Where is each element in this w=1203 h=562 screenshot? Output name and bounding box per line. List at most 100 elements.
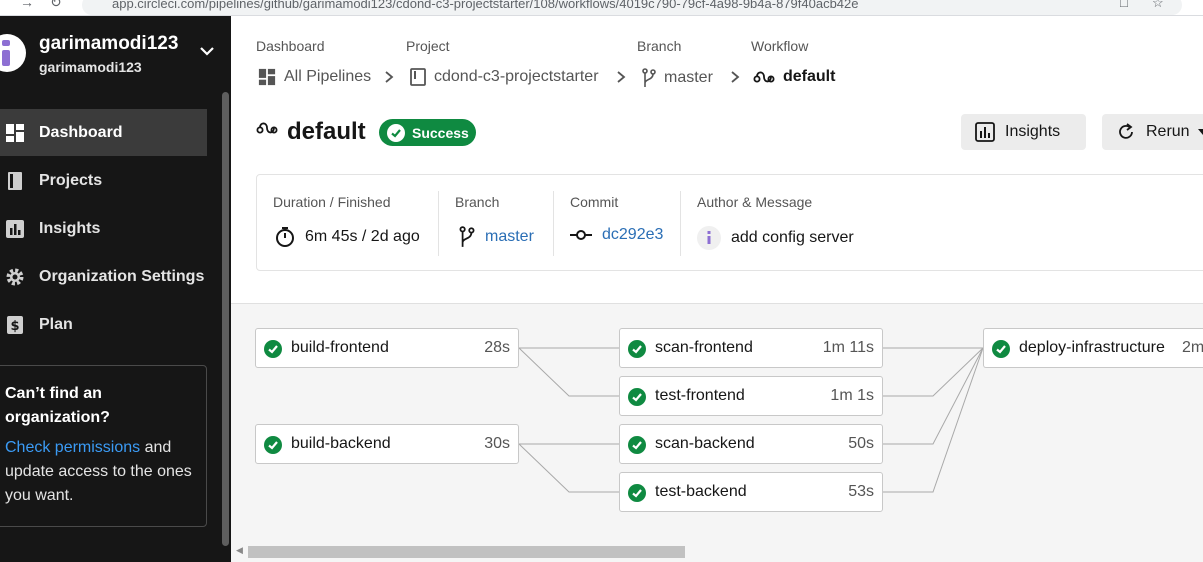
- caret-down-icon[interactable]: [1197, 128, 1203, 136]
- job-duration: 30s: [484, 435, 510, 452]
- graph-horizontal-scrollbar[interactable]: ◀: [231, 541, 1203, 562]
- success-check-icon: [992, 340, 1010, 358]
- rerun-icon: [1119, 123, 1133, 139]
- job-test-frontend[interactable]: test-frontend 1m 1s: [619, 376, 883, 416]
- sidebar-item-label: Projects: [39, 171, 103, 189]
- sidebar-item-insights[interactable]: Insights: [0, 205, 207, 252]
- job-test-backend[interactable]: test-backend 53s: [619, 472, 883, 512]
- sidebar-item-projects[interactable]: Projects: [0, 157, 207, 204]
- back-arrow-icon[interactable]: →: [20, 0, 34, 10]
- job-name: build-backend: [291, 435, 391, 452]
- workflow-graph: build-frontend 28s build-backend 30s sca…: [231, 303, 1203, 562]
- job-deploy-infrastructure[interactable]: deploy-infrastructure 2m: [983, 328, 1203, 368]
- job-duration: 53s: [848, 483, 874, 500]
- dashboard-icon: [6, 123, 24, 142]
- sidebar: garimamodi123 garimamodi123 Dashboard Pr…: [0, 16, 231, 562]
- crumb-all-pipelines[interactable]: All Pipelines: [258, 68, 371, 86]
- commit-value: dc292e3: [602, 226, 664, 243]
- job-name: test-frontend: [655, 387, 745, 404]
- sidebar-item-label: Plan: [39, 315, 73, 333]
- author-label: Author & Message: [697, 194, 813, 210]
- author-column: Author & Message add config server: [681, 175, 981, 272]
- insights-icon: [975, 122, 995, 142]
- crumb-workflow[interactable]: default: [753, 68, 835, 86]
- rerun-button-label: Rerun: [1146, 123, 1190, 140]
- crumb-heading-dashboard: Dashboard: [256, 38, 325, 54]
- main-content: Dashboard Project Branch Workflow All Pi…: [231, 16, 1203, 562]
- success-check-icon: [628, 388, 646, 406]
- gear-icon: [6, 268, 24, 285]
- commit-label: Commit: [570, 194, 619, 210]
- sidebar-item-dashboard[interactable]: Dashboard: [0, 109, 207, 156]
- scrollbar-thumb[interactable]: [248, 546, 685, 558]
- job-duration: 2m: [1182, 339, 1203, 356]
- job-name: scan-backend: [655, 435, 755, 452]
- chevron-right-icon: [731, 71, 740, 83]
- workflow-info-panel: Duration / Finished 6m 45s / 2d ago Bran…: [256, 174, 1203, 271]
- success-check-icon: [628, 340, 646, 358]
- job-name: deploy-infrastructure: [1019, 339, 1165, 356]
- job-build-frontend[interactable]: build-frontend 28s: [255, 328, 519, 368]
- commit-link[interactable]: dc292e3: [570, 226, 663, 244]
- chevron-right-icon: [617, 71, 626, 83]
- duration-value: 6m 45s / 2d ago: [305, 228, 420, 245]
- chevron-right-icon: [385, 71, 394, 83]
- workflow-icon: [256, 122, 278, 134]
- page-title: default: [287, 118, 366, 145]
- job-scan-backend[interactable]: scan-backend 50s: [619, 424, 883, 464]
- commit-column: Commit dc292e3: [554, 175, 681, 272]
- org-help-box: Can’t find an organization? Check permis…: [0, 365, 207, 527]
- job-duration: 1m 1s: [830, 387, 874, 404]
- bookmark-icon[interactable]: □: [1120, 0, 1128, 10]
- sidebar-scrollbar[interactable]: [222, 92, 229, 546]
- success-check-icon: [628, 436, 646, 454]
- browser-toolbar: → ↻ app.circleci.com/pipelines/github/ga…: [0, 0, 1203, 16]
- help-body: Check permissions and update access to t…: [5, 436, 196, 508]
- sidebar-item-organization-settings[interactable]: Organization Settings: [0, 253, 207, 300]
- sidebar-item-plan[interactable]: $ Plan: [0, 301, 207, 348]
- chevron-down-icon[interactable]: [198, 42, 216, 60]
- job-duration: 28s: [484, 339, 510, 356]
- job-name: scan-frontend: [655, 339, 753, 356]
- svg-text:$: $: [10, 319, 19, 334]
- help-title: Can’t find an organization?: [5, 385, 110, 426]
- check-permissions-link[interactable]: Check permissions: [5, 439, 140, 456]
- success-check-icon: [628, 484, 646, 502]
- branch-link[interactable]: master: [459, 226, 534, 248]
- crumb-heading-branch: Branch: [637, 38, 682, 54]
- plan-icon: $: [7, 315, 23, 334]
- dashboard-icon: [258, 68, 276, 86]
- job-name: build-frontend: [291, 339, 389, 356]
- user-name[interactable]: garimamodi123: [39, 33, 178, 55]
- insights-button[interactable]: Insights: [961, 114, 1086, 150]
- crumb-project[interactable]: cdond-c3-projectstarter: [410, 68, 599, 86]
- scroll-left-arrow-icon[interactable]: ◀: [236, 545, 243, 556]
- crumb-branch[interactable]: master: [642, 68, 713, 88]
- avatar[interactable]: [0, 34, 26, 72]
- projects-icon: [8, 171, 22, 190]
- address-bar[interactable]: app.circleci.com/pipelines/github/garima…: [82, 0, 1182, 15]
- repo-icon: [410, 68, 426, 86]
- branch-icon: [642, 68, 656, 87]
- branch-value: master: [485, 228, 534, 245]
- crumb-heading-project: Project: [406, 38, 450, 54]
- rerun-button[interactable]: Rerun: [1102, 114, 1203, 150]
- workflow-icon: [753, 71, 775, 83]
- crumb-label: cdond-c3-projectstarter: [434, 68, 599, 85]
- job-name: test-backend: [655, 483, 747, 500]
- stopwatch-icon: [276, 227, 294, 247]
- check-circle-icon: [387, 123, 405, 142]
- duration-label: Duration / Finished: [273, 194, 391, 210]
- job-build-backend[interactable]: build-backend 30s: [255, 424, 519, 464]
- job-duration: 1m 11s: [822, 339, 874, 356]
- reload-icon[interactable]: ↻: [50, 0, 62, 11]
- branch-icon: [459, 226, 475, 247]
- author-avatar[interactable]: [697, 226, 721, 250]
- insights-button-label: Insights: [1005, 123, 1061, 140]
- crumb-label: master: [664, 69, 713, 86]
- crumb-label: default: [783, 68, 836, 85]
- org-name: garimamodi123: [39, 59, 142, 75]
- job-scan-frontend[interactable]: scan-frontend 1m 11s: [619, 328, 883, 368]
- sidebar-item-label: Dashboard: [39, 123, 123, 141]
- star-icon[interactable]: ☆: [1152, 0, 1164, 11]
